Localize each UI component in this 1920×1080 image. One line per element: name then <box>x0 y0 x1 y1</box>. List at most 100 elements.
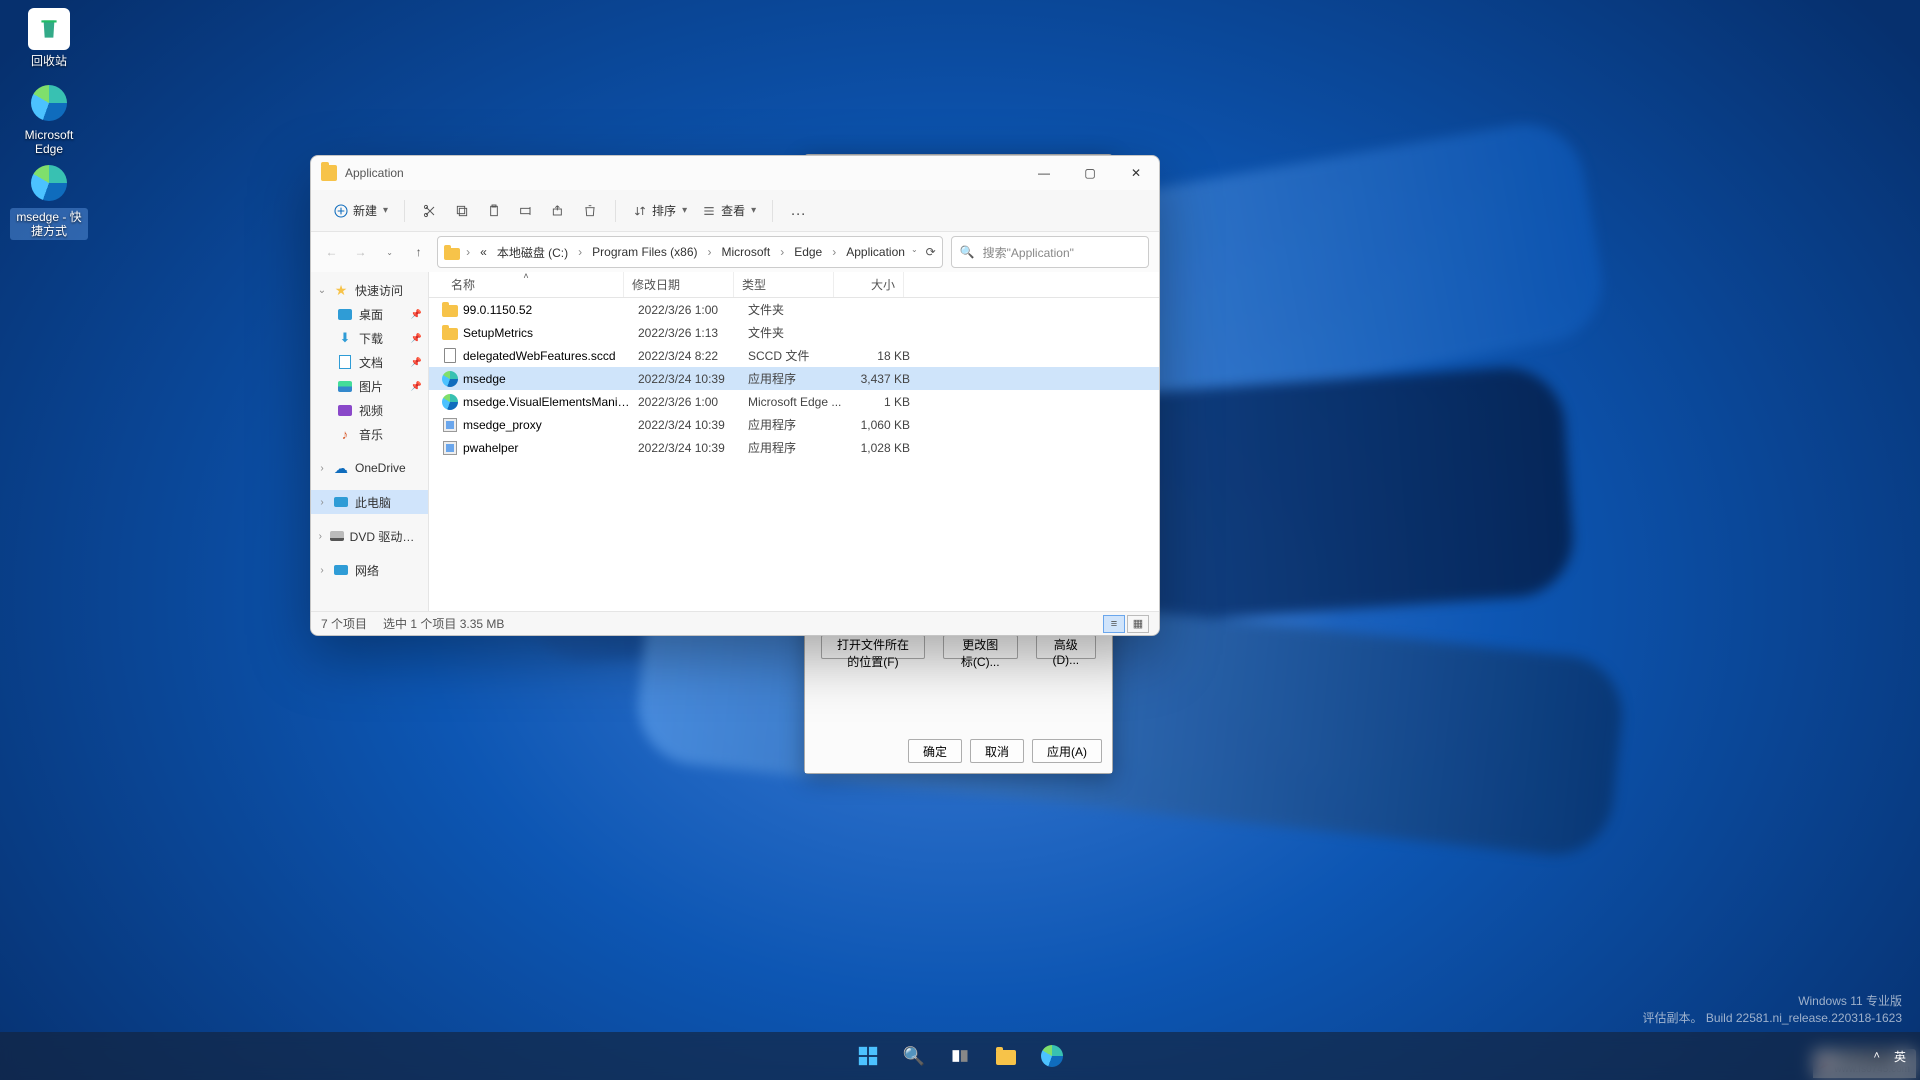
more-button[interactable]: … <box>783 196 813 226</box>
file-size: 1,028 KB <box>848 441 918 455</box>
address-bar[interactable]: › « 本地磁盘 (C:) › Program Files (x86) › Mi… <box>437 236 943 268</box>
copy-button[interactable] <box>447 196 477 226</box>
file-type: Microsoft Edge ... <box>748 395 848 409</box>
open-file-location-button[interactable]: 打开文件所在的位置(F) <box>821 635 925 659</box>
minimize-button[interactable]: — <box>1021 156 1067 190</box>
nav-network[interactable]: ›网络 <box>311 558 428 582</box>
window-title: Application <box>345 166 1021 180</box>
start-button[interactable] <box>852 1040 884 1072</box>
document-icon <box>339 355 351 369</box>
ok-button[interactable]: 确定 <box>908 739 962 763</box>
column-header-type[interactable]: 类型 <box>734 272 834 297</box>
nav-videos[interactable]: 视频 <box>311 398 428 422</box>
apply-button[interactable]: 应用(A) <box>1032 739 1102 763</box>
maximize-button[interactable]: ▢ <box>1067 156 1113 190</box>
search-icon: 🔍 <box>960 245 975 259</box>
forward-button[interactable]: → <box>350 238 371 266</box>
file-name: 99.0.1150.52 <box>463 303 638 317</box>
nav-pictures[interactable]: 图片📌 <box>311 374 428 398</box>
delete-button[interactable] <box>575 196 605 226</box>
tray-overflow-button[interactable]: ˄ <box>1874 1050 1880 1062</box>
task-view-button[interactable] <box>944 1040 976 1072</box>
file-date: 2022/3/24 10:39 <box>638 372 748 386</box>
nav-downloads[interactable]: ⬇下载📌 <box>311 326 428 350</box>
file-type: 应用程序 <box>748 439 848 456</box>
taskbar-edge[interactable] <box>1036 1040 1068 1072</box>
refresh-button[interactable]: ⟳ <box>926 245 936 259</box>
file-row[interactable]: msedge 2022/3/24 10:39 应用程序 3,437 KB <box>429 367 1159 390</box>
taskbar[interactable]: 🔍 ˄ 英 <box>0 1032 1920 1080</box>
desktop-icon-edge[interactable]: Microsoft Edge <box>10 82 88 156</box>
close-button[interactable]: ✕ <box>1113 156 1159 190</box>
breadcrumb[interactable]: Program Files (x86) <box>588 243 701 261</box>
file-row[interactable]: SetupMetrics 2022/3/26 1:13 文件夹 <box>429 321 1159 344</box>
nav-onedrive[interactable]: ›☁OneDrive <box>311 456 428 480</box>
breadcrumb[interactable]: Application <box>842 243 909 261</box>
recent-locations-dropdown[interactable]: ⌄ <box>379 238 400 266</box>
change-icon-button[interactable]: 更改图标(C)... <box>943 635 1018 659</box>
file-icon <box>444 348 456 363</box>
nav-music[interactable]: ♪音乐 <box>311 422 428 446</box>
desktop-icon-edge-shortcut[interactable]: msedge - 快捷方式 <box>10 162 88 240</box>
new-label: 新建 <box>353 202 377 219</box>
nav-this-pc[interactable]: ›此电脑 <box>311 490 428 514</box>
new-button[interactable]: 新建▾ <box>327 196 394 226</box>
system-tray[interactable]: ˄ 英 <box>1874 1032 1906 1080</box>
thumbnails-view-button[interactable]: ▦ <box>1127 615 1149 633</box>
back-button[interactable]: ← <box>321 238 342 266</box>
column-header-date[interactable]: 修改日期 <box>624 272 734 297</box>
breadcrumb-sep: › <box>462 243 474 261</box>
ime-indicator[interactable]: 英 <box>1894 1048 1906 1065</box>
breadcrumb[interactable]: 本地磁盘 (C:) <box>493 242 572 263</box>
file-row[interactable]: msedge_proxy 2022/3/24 10:39 应用程序 1,060 … <box>429 413 1159 436</box>
navigation-pane[interactable]: ⌄★快速访问 桌面📌 ⬇下载📌 文档📌 图片📌 视频 ♪音乐 ›☁OneDriv… <box>311 272 429 611</box>
column-headers: 名称˄ 修改日期 类型 大小 <box>429 272 1159 298</box>
nav-desktop[interactable]: 桌面📌 <box>311 302 428 326</box>
file-size: 1,060 KB <box>848 418 918 432</box>
file-row[interactable]: msedge.VisualElementsManifest 2022/3/26 … <box>429 390 1159 413</box>
edge-icon <box>28 162 70 204</box>
network-icon <box>334 565 348 575</box>
file-row[interactable]: delegatedWebFeatures.sccd 2022/3/24 8:22… <box>429 344 1159 367</box>
share-button[interactable] <box>543 196 573 226</box>
folder-icon <box>442 305 458 317</box>
desktop-icon-recycle-bin[interactable]: 回收站 <box>10 8 88 68</box>
windows-icon <box>857 1045 879 1067</box>
nav-dvd[interactable]: ›DVD 驱动器 (D:) CC <box>311 524 428 548</box>
search-button[interactable]: 🔍 <box>898 1040 930 1072</box>
advanced-button[interactable]: 高级(D)... <box>1036 635 1096 659</box>
file-row[interactable]: 99.0.1150.52 2022/3/26 1:00 文件夹 <box>429 298 1159 321</box>
details-view-button[interactable]: ≡ <box>1103 615 1125 633</box>
column-header-name[interactable]: 名称˄ <box>429 272 624 297</box>
explorer-window[interactable]: Application — ▢ ✕ 新建▾ <box>310 155 1160 636</box>
search-placeholder: 搜索"Application" <box>983 244 1074 261</box>
rename-button[interactable] <box>511 196 541 226</box>
file-name: msedge <box>463 372 638 386</box>
file-type: 文件夹 <box>748 301 848 318</box>
desktop-icon-label: 回收站 <box>10 54 88 68</box>
sort-button[interactable]: 排序▾ <box>626 196 693 226</box>
paste-button[interactable] <box>479 196 509 226</box>
breadcrumb[interactable]: Edge <box>790 243 826 261</box>
edge-icon <box>442 371 458 387</box>
titlebar[interactable]: Application — ▢ ✕ <box>311 156 1159 190</box>
taskbar-explorer[interactable] <box>990 1040 1022 1072</box>
cut-button[interactable] <box>415 196 445 226</box>
taskview-icon <box>950 1046 970 1066</box>
file-row[interactable]: pwahelper 2022/3/24 10:39 应用程序 1,028 KB <box>429 436 1159 459</box>
command-bar: 新建▾ 排序▾ 查看▾ <box>311 190 1159 232</box>
column-header-size[interactable]: 大小 <box>834 272 904 297</box>
view-button[interactable]: 查看▾ <box>695 196 762 226</box>
file-name: msedge_proxy <box>463 418 638 432</box>
nav-quick-access[interactable]: ⌄★快速访问 <box>311 278 428 302</box>
file-list-pane[interactable]: 名称˄ 修改日期 类型 大小 99.0.1150.52 2022/3/26 1:… <box>429 272 1159 611</box>
up-button[interactable]: ↑ <box>408 238 429 266</box>
view-label: 查看 <box>721 202 745 219</box>
nav-documents[interactable]: 文档📌 <box>311 350 428 374</box>
search-box[interactable]: 🔍 搜索"Application" <box>951 236 1149 268</box>
cancel-button[interactable]: 取消 <box>970 739 1024 763</box>
breadcrumb[interactable]: Microsoft <box>718 243 775 261</box>
breadcrumb[interactable]: « <box>476 243 491 261</box>
address-dropdown-button[interactable]: ⌄ <box>911 245 918 259</box>
desktop[interactable]: 回收站 Microsoft Edge msedge - 快捷方式 打开文件所在的… <box>0 0 1920 1080</box>
